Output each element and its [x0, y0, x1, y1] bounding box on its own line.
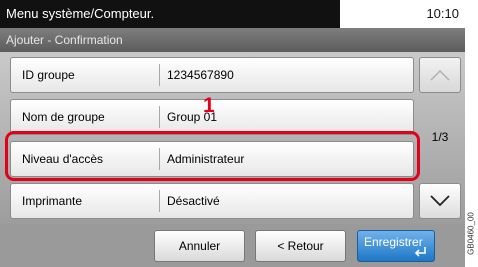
chevron-up-icon [430, 69, 450, 81]
back-button[interactable]: < Retour [255, 230, 346, 262]
row-printer[interactable]: Imprimante Désactivé [10, 183, 414, 219]
scroll-up-button[interactable] [419, 57, 461, 93]
enter-icon [414, 247, 426, 257]
screen-subtitle: Ajouter - Confirmation [0, 28, 465, 52]
row-value: 1234567890 [167, 68, 234, 82]
step-callout: 1 [203, 94, 215, 117]
row-value: Désactivé [167, 194, 220, 208]
row-divider [159, 106, 160, 128]
page-indicator: 1/3 [431, 130, 449, 144]
row-divider [159, 64, 160, 86]
selection-highlight [5, 131, 420, 181]
row-label: ID groupe [22, 68, 75, 82]
chevron-down-icon [430, 195, 450, 207]
clock: 10:10 [426, 6, 459, 21]
scroll-down-button[interactable] [419, 183, 461, 219]
figure-code-label: GB0460_00 [466, 212, 476, 255]
bottom-bar: Annuler < Retour Enregistrer [0, 224, 465, 267]
figure-code: GB0460_00 [466, 205, 476, 265]
cancel-button[interactable]: Annuler [154, 230, 245, 262]
row-label: Nom de groupe [22, 110, 105, 124]
save-button[interactable]: Enregistrer [357, 230, 435, 262]
row-label: Imprimante [22, 194, 83, 208]
scroll-column: 1/3 [415, 52, 465, 224]
menu-title: Menu système/Compteur. [0, 0, 340, 28]
row-group-id[interactable]: ID groupe 1234567890 [10, 57, 414, 93]
row-divider [159, 190, 160, 212]
top-bar: Menu système/Compteur. 10:10 [0, 0, 465, 28]
screen: Menu système/Compteur. 10:10 Ajouter - C… [0, 0, 465, 267]
